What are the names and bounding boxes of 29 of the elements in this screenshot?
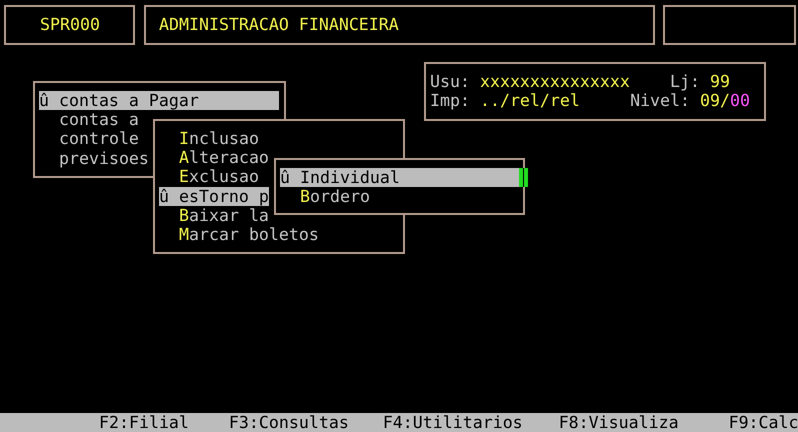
menu-item[interactable]: Inclusao bbox=[159, 129, 259, 148]
level-sublevel: 00 bbox=[730, 91, 750, 110]
menu-item[interactable]: Bordero bbox=[280, 187, 370, 206]
menu-item[interactable]: û Individual bbox=[280, 168, 520, 188]
function-key[interactable]: F8:Visualiza bbox=[558, 413, 679, 432]
level-value: 09/ bbox=[700, 91, 730, 110]
function-key[interactable]: F2:Filial bbox=[99, 413, 189, 432]
printer-label: Imp: bbox=[430, 91, 470, 110]
menu-item[interactable]: û esTorno p bbox=[159, 186, 269, 206]
store-label: Lj: bbox=[670, 72, 700, 92]
function-key[interactable]: F4:Utilitarios bbox=[382, 413, 523, 432]
store-value: 99 bbox=[710, 72, 730, 92]
menu-item[interactable]: contas a bbox=[39, 110, 139, 130]
user-value: xxxxxxxxxxxxxxx bbox=[480, 72, 630, 92]
function-key[interactable]: F3:Consultas bbox=[228, 413, 349, 432]
menu-item[interactable]: Marcar boletos bbox=[159, 225, 319, 244]
menu-item[interactable]: previsoes bbox=[39, 148, 149, 168]
menu-item[interactable]: Exclusao bbox=[159, 167, 259, 187]
menu-item[interactable]: Alteracao bbox=[159, 148, 269, 168]
function-key[interactable]: F9:Calc bbox=[728, 413, 798, 432]
printer-value: ../rel/rel bbox=[480, 91, 580, 110]
program-code: SPR000 bbox=[40, 15, 100, 34]
screen-title: ADMINISTRACAO FINANCEIRA bbox=[159, 15, 399, 34]
menu-item[interactable]: û contas a Pagar bbox=[39, 91, 279, 110]
menu-item[interactable]: Baixar la bbox=[159, 206, 269, 226]
menu-item[interactable]: controle bbox=[39, 129, 139, 149]
cursor-icon bbox=[519, 168, 528, 187]
level-label: Nivel: bbox=[630, 91, 690, 110]
user-label: Usu: bbox=[430, 72, 470, 92]
